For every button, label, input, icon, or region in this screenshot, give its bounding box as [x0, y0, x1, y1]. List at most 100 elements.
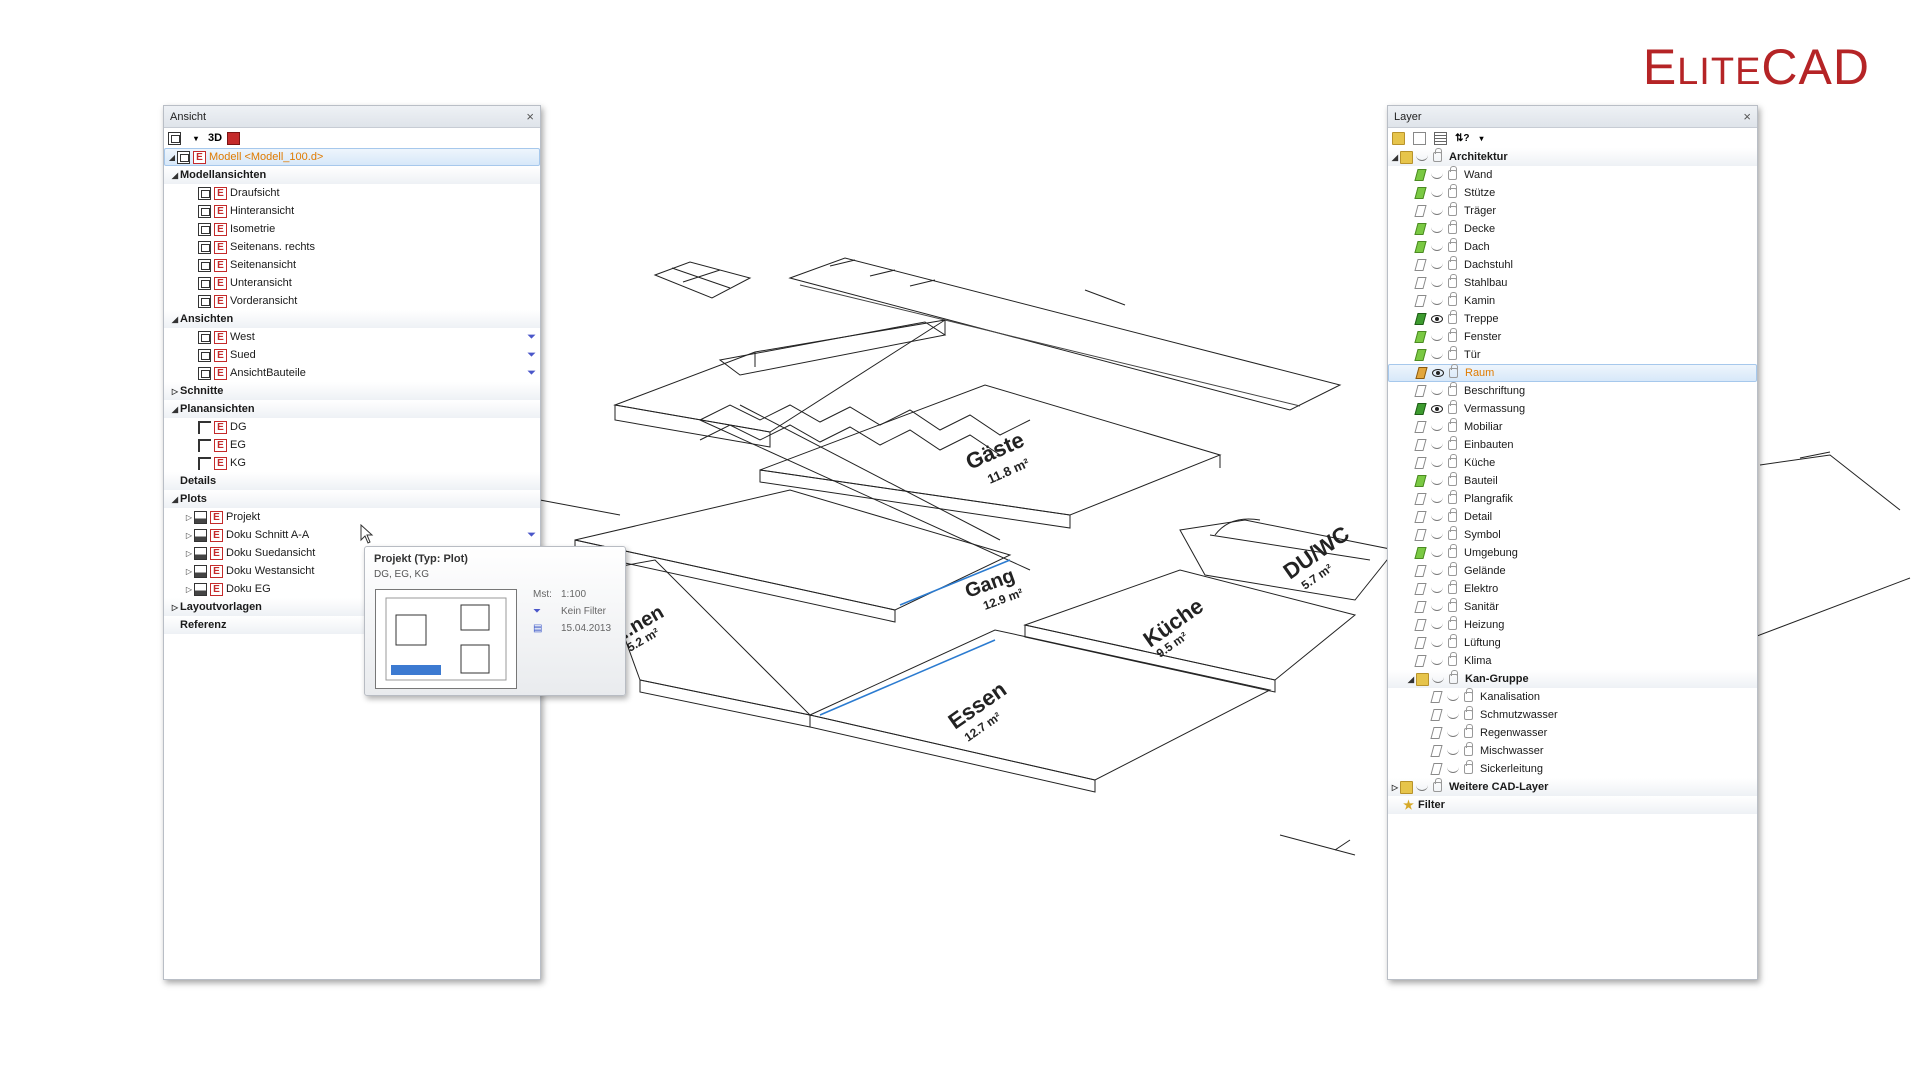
- tree-item-planansicht[interactable]: E KG: [164, 454, 540, 472]
- layer-active-checkbox[interactable]: [1414, 601, 1427, 613]
- lock-icon[interactable]: [1464, 724, 1473, 738]
- lock-icon[interactable]: [1448, 382, 1457, 396]
- layer-row[interactable]: Bauteil: [1388, 472, 1757, 490]
- visibility-icon[interactable]: [1431, 315, 1443, 323]
- mode-3d-button[interactable]: 3D: [208, 131, 222, 145]
- filter-icon[interactable]: ⏷: [527, 529, 536, 542]
- visibility-icon[interactable]: [1432, 369, 1444, 377]
- layer-filter-row[interactable]: ★ Filter: [1388, 796, 1757, 814]
- visibility-icon[interactable]: [1416, 783, 1428, 791]
- lock-icon[interactable]: [1448, 292, 1457, 306]
- layer-row[interactable]: Kanalisation: [1388, 688, 1757, 706]
- layer-row[interactable]: Plangrafik: [1388, 490, 1757, 508]
- tree-group-details[interactable]: Details: [164, 472, 540, 490]
- layer-active-checkbox[interactable]: [1414, 421, 1427, 433]
- layer-row[interactable]: Stahlbau: [1388, 274, 1757, 292]
- tree-item-modellansicht[interactable]: E Isometrie: [164, 220, 540, 238]
- layer-row[interactable]: Sanitär: [1388, 598, 1757, 616]
- layer-row[interactable]: Klima: [1388, 652, 1757, 670]
- layer-active-checkbox[interactable]: [1414, 385, 1427, 397]
- lock-icon[interactable]: [1448, 562, 1457, 576]
- tree-group-schnitte[interactable]: ▷ Schnitte: [164, 382, 540, 400]
- visibility-icon[interactable]: [1431, 639, 1443, 647]
- layer-active-checkbox[interactable]: [1414, 187, 1427, 199]
- layer-group[interactable]: ◢ Architektur: [1388, 148, 1757, 166]
- visibility-icon[interactable]: [1431, 261, 1443, 269]
- visibility-icon[interactable]: [1431, 297, 1443, 305]
- layer-row[interactable]: Decke: [1388, 220, 1757, 238]
- visibility-icon[interactable]: [1431, 657, 1443, 665]
- lock-icon[interactable]: [1448, 580, 1457, 594]
- lock-icon[interactable]: [1448, 472, 1457, 486]
- filter-icon[interactable]: ⏷: [527, 349, 536, 362]
- visibility-icon[interactable]: [1447, 729, 1459, 737]
- tree-item-ansicht[interactable]: E West ⏷: [164, 328, 540, 346]
- layer-row[interactable]: Regenwasser: [1388, 724, 1757, 742]
- collapse-icon[interactable]: ◢: [170, 171, 180, 180]
- visibility-icon[interactable]: [1431, 477, 1443, 485]
- lock-icon[interactable]: [1448, 220, 1457, 234]
- tree-item-modellansicht[interactable]: E Vorderansicht: [164, 292, 540, 310]
- visibility-icon[interactable]: [1431, 243, 1443, 251]
- tree-group-plots[interactable]: ◢ Plots: [164, 490, 540, 508]
- layer-row[interactable]: Detail: [1388, 508, 1757, 526]
- layer-row[interactable]: Vermassung: [1388, 400, 1757, 418]
- visibility-icon[interactable]: [1431, 225, 1443, 233]
- visibility-icon[interactable]: [1431, 603, 1443, 611]
- layer-active-checkbox[interactable]: [1414, 547, 1427, 559]
- visibility-icon[interactable]: [1431, 567, 1443, 575]
- expand-icon[interactable]: ▷: [184, 585, 194, 594]
- visibility-icon[interactable]: [1431, 405, 1443, 413]
- lock-icon[interactable]: [1433, 778, 1442, 792]
- layer-row[interactable]: Sickerleitung: [1388, 760, 1757, 778]
- edit-layer-icon[interactable]: [1413, 131, 1429, 145]
- lock-icon[interactable]: [1448, 400, 1457, 414]
- tree-item-modellansicht[interactable]: E Unteransicht: [164, 274, 540, 292]
- layer-row[interactable]: Elektro: [1388, 580, 1757, 598]
- layer-row[interactable]: Umgebung: [1388, 544, 1757, 562]
- layer-active-checkbox[interactable]: [1430, 691, 1443, 703]
- expand-icon[interactable]: ▷: [1390, 783, 1400, 792]
- lock-icon[interactable]: [1448, 526, 1457, 540]
- layer-row[interactable]: Fenster: [1388, 328, 1757, 346]
- layer-active-checkbox[interactable]: [1414, 619, 1427, 631]
- layer-active-checkbox[interactable]: [1414, 637, 1427, 649]
- collapse-icon[interactable]: ◢: [167, 153, 177, 162]
- lock-icon[interactable]: [1464, 706, 1473, 720]
- layer-active-checkbox[interactable]: [1414, 349, 1427, 361]
- collapse-icon[interactable]: ◢: [170, 495, 180, 504]
- tree-item-modellansicht[interactable]: E Seitenans. rechts: [164, 238, 540, 256]
- lock-icon[interactable]: [1433, 148, 1442, 162]
- lock-icon[interactable]: [1448, 616, 1457, 630]
- tree-item-planansicht[interactable]: E DG: [164, 418, 540, 436]
- visibility-icon[interactable]: [1447, 765, 1459, 773]
- layer-row[interactable]: Raum: [1388, 364, 1757, 382]
- tree-group-planansichten[interactable]: ◢ Planansichten: [164, 400, 540, 418]
- visibility-icon[interactable]: [1447, 693, 1459, 701]
- layer-active-checkbox[interactable]: [1414, 583, 1427, 595]
- lock-icon[interactable]: [1448, 454, 1457, 468]
- layer-group[interactable]: ◢ Kan-Gruppe: [1388, 670, 1757, 688]
- visibility-icon[interactable]: [1431, 531, 1443, 539]
- layer-active-checkbox[interactable]: [1415, 367, 1428, 379]
- layer-active-checkbox[interactable]: [1430, 745, 1443, 757]
- tree-group-ansichten[interactable]: ◢ Ansichten: [164, 310, 540, 328]
- close-icon[interactable]: ×: [1743, 109, 1751, 124]
- visibility-icon[interactable]: [1431, 585, 1443, 593]
- visibility-icon[interactable]: [1431, 459, 1443, 467]
- layer-active-checkbox[interactable]: [1414, 457, 1427, 469]
- layer-row[interactable]: Dach: [1388, 238, 1757, 256]
- lock-icon[interactable]: [1448, 436, 1457, 450]
- collapse-icon[interactable]: ◢: [170, 405, 180, 414]
- visibility-icon[interactable]: [1431, 513, 1443, 521]
- collapse-icon[interactable]: ◢: [170, 315, 180, 324]
- layer-row[interactable]: Kamin: [1388, 292, 1757, 310]
- layer-active-checkbox[interactable]: [1414, 259, 1427, 271]
- layer-row[interactable]: Lüftung: [1388, 634, 1757, 652]
- layer-active-checkbox[interactable]: [1414, 277, 1427, 289]
- layer-row[interactable]: Tür: [1388, 346, 1757, 364]
- collapse-icon[interactable]: ◢: [1406, 675, 1416, 684]
- visibility-icon[interactable]: [1431, 423, 1443, 431]
- lock-icon[interactable]: [1448, 184, 1457, 198]
- layer-row[interactable]: Küche: [1388, 454, 1757, 472]
